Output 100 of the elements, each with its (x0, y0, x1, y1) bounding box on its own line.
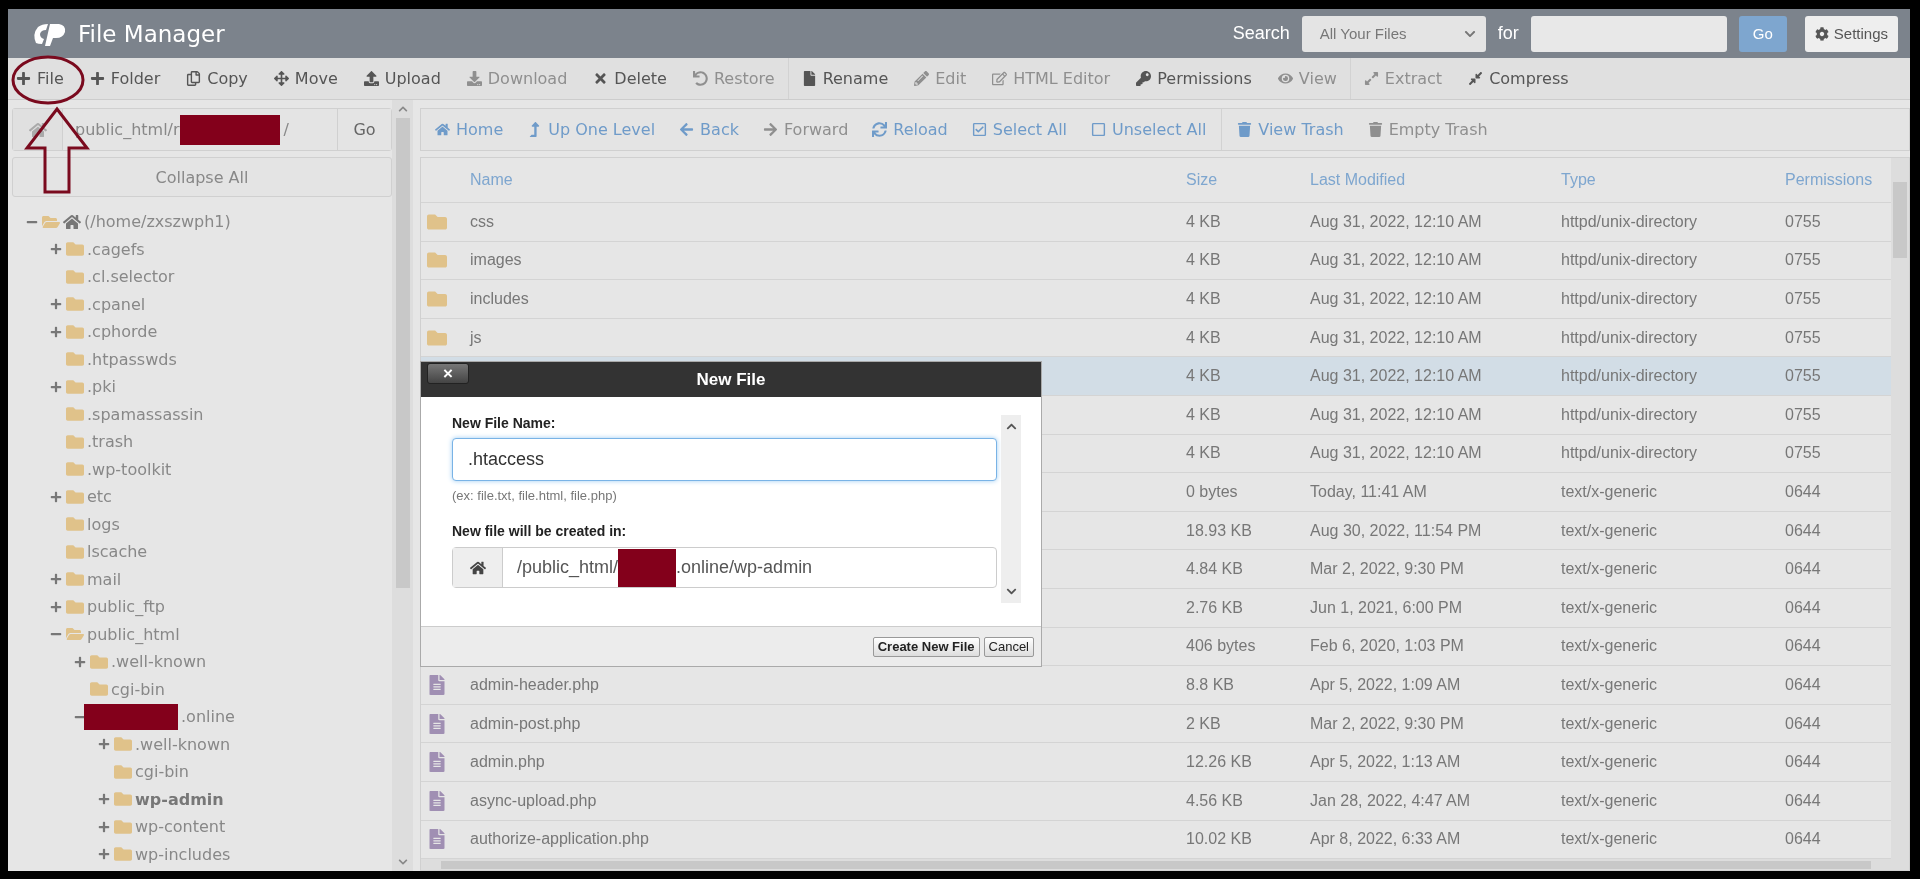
tree-item[interactable]: wp-admin (135, 789, 224, 809)
cancel-button[interactable]: Cancel (983, 636, 1034, 657)
toolbar-button[interactable]: Back (679, 120, 739, 139)
plus-icon[interactable] (98, 820, 110, 833)
table-cell-text: 4 KB (1186, 405, 1222, 424)
table-cell-text: httpd/unix-directory (1561, 367, 1699, 386)
tree-item[interactable]: public_ftp (87, 597, 165, 617)
toolbar-button[interactable]: View Trash (1237, 120, 1344, 139)
settings-button[interactable]: Settings (1804, 15, 1898, 52)
tree-item[interactable]: (/home/zxszwph1) (84, 212, 231, 232)
scrollbar[interactable] (1891, 158, 1909, 870)
scrollbar[interactable] (392, 100, 413, 871)
table-cell-text: authorize-application.php (470, 830, 650, 849)
tree-item[interactable]: lscache (87, 542, 148, 562)
document-icon (427, 713, 447, 734)
tree-item[interactable]: cgi-bin (135, 762, 189, 782)
table-row[interactable]: images 4 KB Aug 31, 2022, 12:10 AM httpd/unix-directory 0755 (421, 241, 1891, 281)
plus-icon[interactable] (50, 380, 62, 393)
table-cell-text: httpd/unix-directory (1561, 444, 1699, 463)
table-cell-text: 2 KB (1186, 714, 1222, 733)
tree-item[interactable]: mail (87, 569, 122, 589)
key-icon (1136, 71, 1152, 86)
tree-item[interactable]: wp-content (135, 817, 226, 837)
toolbar-button[interactable]: Permissions (1136, 69, 1252, 88)
toolbar-button[interactable]: Delete (593, 69, 667, 88)
tree-item[interactable]: .online (181, 707, 235, 727)
location-field[interactable]: /public_html/ .online/wp-admin (452, 547, 997, 588)
toolbar-button[interactable]: Compress (1468, 69, 1569, 88)
table-cell-text: 0644 (1785, 753, 1822, 772)
plus-icon[interactable] (50, 490, 62, 503)
table-cell-text: httpd/unix-directory (1561, 328, 1699, 347)
table-cell-text: js (470, 328, 483, 347)
table-cell-text: httpd/unix-directory (1561, 251, 1699, 270)
plus-icon[interactable] (50, 325, 62, 338)
table-cell-text: admin-post.php (470, 714, 582, 733)
tree-item[interactable]: .wp-toolkit (87, 459, 172, 479)
tree-item[interactable]: .pki (87, 377, 116, 397)
toolbar-button[interactable]: Copy (186, 69, 248, 88)
tree-item[interactable]: .htpasswds (87, 349, 177, 369)
tree-item[interactable]: .spamassassin (87, 404, 204, 424)
tree-item[interactable]: .cagefs (87, 239, 145, 259)
tree-item[interactable]: logs (87, 514, 120, 534)
tree-item[interactable]: .trash (87, 432, 134, 452)
plus-icon[interactable] (98, 848, 110, 861)
search-scope-select[interactable]: All Your Files (1301, 15, 1486, 52)
toolbar-button[interactable]: Folder (89, 69, 161, 88)
plus-icon[interactable] (50, 243, 62, 256)
plus-icon[interactable] (50, 600, 62, 613)
document-icon (427, 752, 447, 773)
table-cell-text: httpd/unix-directory (1561, 290, 1699, 308)
create-button[interactable]: Create New File (872, 636, 980, 657)
column-header[interactable]: Name (470, 171, 1186, 189)
right-arrow-icon (762, 122, 778, 137)
column-header[interactable]: Size (1186, 171, 1310, 189)
plus-icon[interactable] (74, 655, 86, 668)
tree-item[interactable]: etc (87, 487, 112, 507)
plus-icon[interactable] (50, 298, 62, 311)
plus-icon (16, 71, 31, 86)
table-row[interactable]: admin.php 12.26 KB Apr 5, 2022, 1:13 AM text/x-generic 0644 (421, 743, 1891, 782)
table-cell-text: Apr 8, 2022, 6:33 AM (1310, 830, 1462, 849)
table-cell-text: 12.26 KB (1186, 753, 1253, 772)
table-cell-text: 0755 (1785, 290, 1822, 308)
tree-item[interactable]: .cl.selector (87, 267, 175, 287)
toolbar-button[interactable]: Home (435, 120, 504, 139)
table-cell-text: text/x-generic (1561, 482, 1659, 501)
tree-item[interactable]: .well-known (135, 734, 231, 754)
close-button[interactable]: × (427, 363, 469, 384)
column-header[interactable]: Type (1561, 171, 1785, 189)
tree-item[interactable]: public_html (87, 624, 180, 644)
plus-icon[interactable] (98, 793, 110, 806)
table-row[interactable]: async-upload.php 4.56 KB Jan 28, 2022, 4:47 AM text/x-generic 0644 (421, 781, 1891, 821)
table-row[interactable]: includes 4 KB Aug 31, 2022, 12:10 AM httpd/unix-directory 0755 (421, 280, 1891, 319)
table-row[interactable]: css 4 KB Aug 31, 2022, 12:10 AM httpd/unix-directory 0755 (421, 203, 1891, 242)
scrollbar[interactable] (421, 859, 1891, 870)
collapse-all-button[interactable]: Collapse All (12, 157, 392, 197)
search-field[interactable] (1530, 15, 1727, 52)
tree-item[interactable]: .well-known (111, 652, 207, 672)
file-name-field[interactable]: .htaccess (452, 438, 997, 481)
go-button[interactable]: Go (1738, 15, 1787, 52)
toolbar-button[interactable]: Upload (363, 69, 441, 88)
scrollbar[interactable] (1001, 415, 1021, 603)
toolbar-button[interactable]: Unselect All (1091, 120, 1207, 139)
table-cell-text: async-upload.php (470, 791, 598, 810)
column-header[interactable]: Last Modified (1310, 171, 1561, 189)
tree-item[interactable]: wp-includes (135, 844, 231, 864)
toolbar-button[interactable]: Move (273, 69, 338, 88)
toolbar-button[interactable]: Rename (801, 69, 889, 88)
undo-icon (692, 71, 708, 86)
folder-icon (66, 295, 84, 314)
tree-item[interactable]: .cpanel (87, 294, 146, 314)
toolbar-button[interactable]: Up One Level (527, 120, 656, 139)
toolbar-button[interactable]: Reload (872, 120, 948, 139)
plus-icon[interactable] (98, 738, 110, 751)
column-header[interactable]: Permissions (1785, 171, 1891, 189)
tree-item[interactable]: .cphorde (87, 322, 158, 342)
table-cell-text: 0644 (1785, 521, 1822, 540)
toolbar-button[interactable]: Select All (971, 120, 1067, 139)
plus-icon[interactable] (50, 573, 62, 586)
table-row[interactable]: admin-post.php 2 KB Mar 2, 2022, 9:30 PM text/x-generic 0644 (421, 704, 1891, 744)
tree-item[interactable]: cgi-bin (111, 679, 165, 699)
